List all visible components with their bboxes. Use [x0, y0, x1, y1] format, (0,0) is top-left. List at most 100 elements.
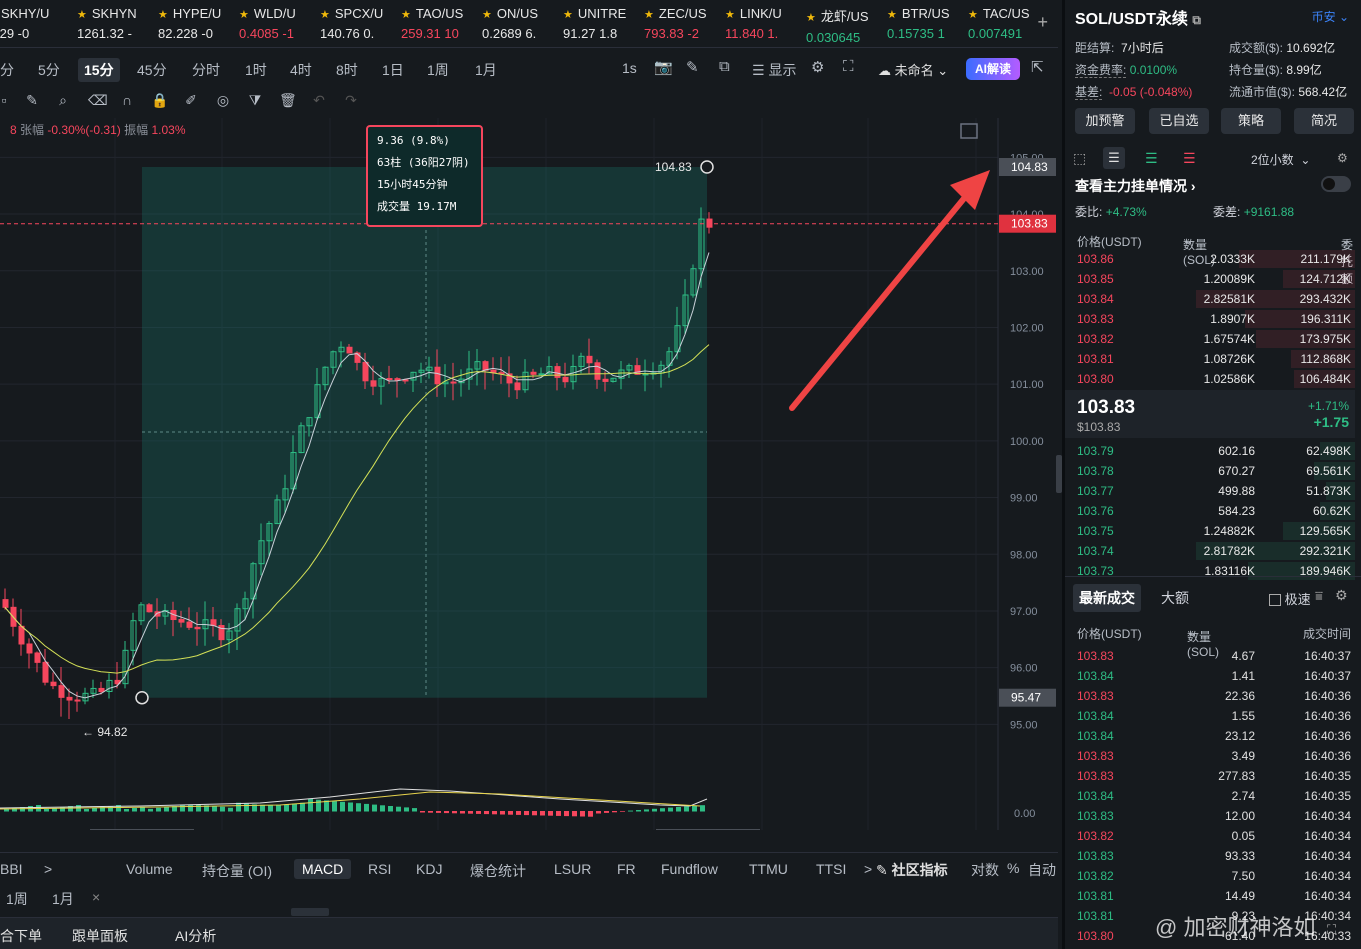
eye-icon[interactable]: ◎	[215, 92, 231, 108]
ai-analysis-tab[interactable]: AI分析	[175, 926, 216, 946]
range-high-handle[interactable]	[700, 160, 714, 174]
ob-header-amount[interactable]: 委托额 ⌄	[1341, 233, 1353, 286]
star-icon[interactable]: ★	[77, 9, 87, 21]
orderbook-row[interactable]: 103.82 1.67574K 173.975K	[1065, 329, 1355, 349]
star-icon[interactable]: ★	[725, 9, 735, 21]
star-icon[interactable]: ★	[239, 9, 249, 21]
orderbook-row[interactable]: 103.73 1.83116K 189.946K	[1065, 561, 1355, 581]
copy-icon[interactable]: ⧉	[1192, 13, 1201, 27]
star-icon[interactable]: ★	[320, 9, 330, 21]
orderbook-row[interactable]: 103.78 670.27 69.561K	[1065, 461, 1355, 481]
ticker-item[interactable]: ★ 龙虾/US 0.030645	[806, 6, 888, 45]
display-menu[interactable]: ☰ 显示	[752, 60, 796, 80]
orderbook-toggle-icon[interactable]: ⬚	[1073, 150, 1086, 167]
ticker-item[interactable]: ★ ZEC/US 793.83 -2	[644, 6, 726, 41]
ticker-item[interactable]: ★ SKHYN 1261.32 -	[77, 6, 159, 41]
indicator-tab-4[interactable]: MACD	[294, 859, 352, 879]
orderbook-both-icon[interactable]: ☰	[1103, 147, 1125, 169]
panel-resize-handle[interactable]	[1056, 455, 1062, 493]
orderbook-row[interactable]: 103.86 2.0333K 211.179K	[1065, 249, 1355, 269]
main-orders-link[interactable]: 查看主力挂单情况 ›	[1075, 176, 1196, 196]
ticker-item[interactable]: ★ SPCX/U 140.76 0.	[320, 6, 402, 41]
timeframe-5[interactable]: 1时	[239, 58, 273, 82]
zoom-icon[interactable]: ⌕	[55, 92, 71, 108]
filter-icon[interactable]: ⧩	[247, 92, 263, 108]
cursor-icon[interactable]: ▫	[0, 92, 12, 108]
close-icon[interactable]: ×	[92, 889, 100, 905]
star-icon[interactable]: ★	[806, 12, 816, 24]
expand-icon[interactable]: ⛶	[1327, 922, 1336, 938]
overview-button[interactable]: 简况	[1294, 108, 1354, 134]
ai-interpret-button[interactable]: AI解读	[966, 58, 1020, 80]
orderbook-row[interactable]: 103.85 1.20089K 124.712K	[1065, 269, 1355, 289]
timeframe-10[interactable]: 1月	[469, 58, 503, 82]
ticker-item[interactable]: ★ LINK/U 11.840 1.	[725, 6, 807, 41]
camera-icon[interactable]: 📷	[654, 58, 673, 76]
trades-header-qty[interactable]: 数量(SOL) ⌄	[1187, 625, 1219, 659]
indicator-tab-2[interactable]: Volume	[126, 861, 173, 877]
settings-icon[interactable]: ⚙	[1335, 587, 1348, 604]
ticker-item[interactable]: ★ WLD/U 0.4085 -1	[239, 6, 321, 41]
export-icon[interactable]: ⇱	[1031, 58, 1044, 76]
indicator-tab-10[interactable]: Fundflow	[661, 861, 718, 877]
maximize-icon[interactable]	[960, 123, 978, 139]
tab-large-trades[interactable]: 大额	[1161, 588, 1189, 608]
star-icon[interactable]: ★	[887, 9, 897, 21]
ticker-item[interactable]: ★ ON/US 0.2689 6.	[482, 6, 564, 41]
indicator-tab-11[interactable]: TTMU	[749, 861, 788, 877]
indicator-tab-6[interactable]: KDJ	[416, 861, 442, 877]
orderbook-row[interactable]: 103.77 499.88 51.873K	[1065, 481, 1355, 501]
ticker-item[interactable]: SKHY/U .29 -0	[0, 6, 78, 41]
ticker-item[interactable]: ★ BTR/US 0.15735 1	[887, 6, 969, 41]
indicator-tab-7[interactable]: 爆仓统计	[470, 861, 526, 881]
ob-header-qty[interactable]: 数量 (SOL) ⌄	[1183, 233, 1215, 267]
log-scale-toggle[interactable]: 对数	[971, 860, 999, 880]
timeframe-8[interactable]: 1日	[376, 58, 410, 82]
watchlist-button[interactable]: 已自选	[1149, 108, 1209, 134]
settings-icon[interactable]: ⚙	[811, 58, 824, 76]
timeframe-9[interactable]: 1周	[421, 58, 455, 82]
star-icon[interactable]: ★	[401, 9, 411, 21]
indicator-tab-9[interactable]: FR	[617, 861, 636, 877]
indicator-tab-5[interactable]: RSI	[368, 861, 391, 877]
orderbook-row[interactable]: 103.79 602.16 62.498K	[1065, 441, 1355, 461]
edit-icon[interactable]: ✐	[183, 92, 199, 108]
collapse-handle[interactable]	[291, 908, 329, 916]
ticker-item[interactable]: ★ UNITRE 91.27 1.8	[563, 6, 645, 41]
follow-panel-tab[interactable]: 跟单面板	[72, 926, 128, 946]
ruler-icon[interactable]: ✎	[24, 92, 40, 108]
lock-icon[interactable]: 🔒	[151, 92, 168, 108]
fullscreen-icon[interactable]: ⛶	[843, 58, 854, 75]
layout-name-menu[interactable]: ☁ 未命名 ⌄	[878, 60, 948, 79]
tf-small-week[interactable]: 1周	[6, 889, 28, 909]
orderbook-asks-icon[interactable]: ☰	[1183, 150, 1196, 167]
tf-small-month[interactable]: 1月	[52, 889, 74, 909]
eraser-icon[interactable]: ⌫	[88, 92, 108, 108]
fast-mode-checkbox[interactable]: 极速	[1269, 589, 1311, 608]
indicator-tab-13[interactable]: >	[864, 861, 872, 877]
orderbook-row[interactable]: 103.80 1.02586K 106.484K	[1065, 369, 1355, 389]
indicator-tab-1[interactable]: >	[44, 861, 52, 877]
orderbook-row[interactable]: 103.74 2.81782K 292.321K	[1065, 541, 1355, 561]
indicator-tab-0[interactable]: BBI	[0, 861, 23, 877]
indicator-tab-3[interactable]: 持仓量 (OI)	[202, 861, 272, 881]
settings-icon[interactable]: ⚙	[1337, 151, 1348, 165]
strategy-button[interactable]: 策略	[1221, 108, 1281, 134]
filter-icon[interactable]: ⩸	[1315, 588, 1323, 604]
community-indicators[interactable]: ✎ 社区指标	[876, 860, 948, 880]
auto-scale-toggle[interactable]: 自动	[1028, 860, 1056, 880]
orderbook-row[interactable]: 103.76 584.23 60.62K	[1065, 501, 1355, 521]
timeframe-0[interactable]: 分	[0, 58, 20, 82]
timeframe-3[interactable]: 45分	[131, 58, 173, 82]
star-icon[interactable]: ★	[563, 9, 573, 21]
star-icon[interactable]: ★	[482, 9, 492, 21]
percent-toggle[interactable]: %	[1007, 860, 1019, 876]
share-box-icon[interactable]: ⧉	[719, 58, 730, 75]
decimals-select[interactable]: 2位小数 ⌄	[1251, 151, 1310, 168]
redo-icon[interactable]: ↷	[343, 92, 359, 108]
timeframe-4[interactable]: 分时	[186, 58, 226, 82]
price-chart[interactable]: 95.00 96.00 97.00 98.00 99.00 100.00 101.00 102…	[0, 118, 1058, 830]
timeframe-1[interactable]: 5分	[32, 58, 66, 82]
trash-icon[interactable]: 🗑	[279, 92, 297, 108]
star-icon[interactable]: ★	[644, 9, 654, 21]
